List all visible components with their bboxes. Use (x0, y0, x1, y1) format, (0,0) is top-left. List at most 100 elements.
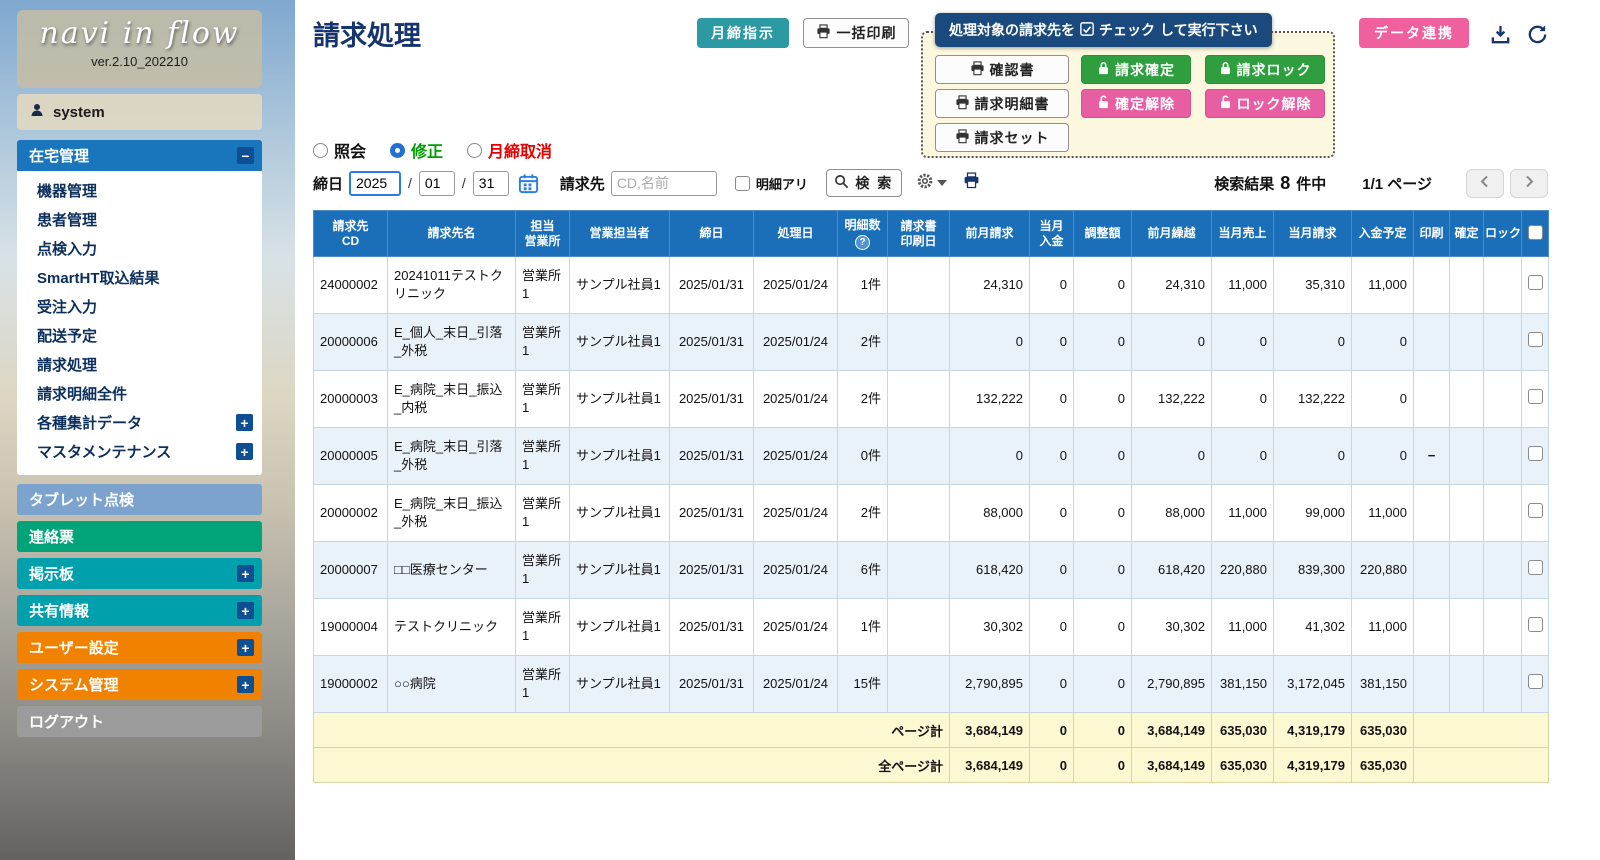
sidebar-item[interactable]: 配送予定 (17, 321, 262, 350)
cell-print (1414, 485, 1450, 542)
sidebar-section[interactable]: 共有情報+ (17, 595, 262, 626)
cell-office: 営業所1 (516, 656, 570, 713)
column-header[interactable]: 確定 (1450, 211, 1484, 257)
closing-year-input[interactable] (349, 171, 401, 196)
expand-icon[interactable]: + (237, 639, 254, 656)
cell-cd: 20000002 (314, 485, 388, 542)
column-header[interactable]: 調整額 (1074, 211, 1132, 257)
sidebar-section[interactable]: 連絡票 (17, 521, 262, 552)
cell-deposit: 0 (1030, 371, 1074, 428)
row-checkbox[interactable] (1528, 503, 1543, 518)
row-checkbox[interactable] (1528, 332, 1543, 347)
sidebar-section[interactable]: 掲示板+ (17, 558, 262, 589)
sidebar-section[interactable]: ユーザー設定+ (17, 632, 262, 663)
confirmation-doc-button[interactable]: 確認書 (935, 55, 1069, 84)
row-checkbox[interactable] (1528, 275, 1543, 290)
refresh-button[interactable] (1523, 20, 1551, 48)
radio-icon[interactable] (313, 143, 328, 158)
cell-rep: サンプル社員1 (570, 314, 670, 371)
radio-icon[interactable] (467, 143, 482, 158)
select-all-header[interactable] (1522, 211, 1549, 257)
sidebar-item[interactable]: 請求処理 (17, 350, 262, 379)
column-header[interactable]: ロック (1484, 211, 1522, 257)
print-list-button[interactable] (963, 172, 980, 194)
cell-rep: サンプル社員1 (570, 599, 670, 656)
detail-filter-checkbox[interactable] (735, 176, 750, 191)
invoice-detail-print-button[interactable]: 請求明細書 (935, 89, 1069, 118)
column-header[interactable]: 印刷 (1414, 211, 1450, 257)
cell-name: 20241011テストクリニック (388, 257, 516, 314)
sidebar-item[interactable]: 患者管理 (17, 205, 262, 234)
row-checkbox[interactable] (1528, 617, 1543, 632)
closing-month-input[interactable] (419, 171, 455, 196)
data-link-button[interactable]: データ連携 (1359, 18, 1469, 48)
sidebar-item[interactable]: SmartHT取込結果 (17, 263, 262, 292)
collapse-icon[interactable]: − (237, 147, 254, 164)
sidebar-section[interactable]: システム管理+ (17, 669, 262, 700)
invoice-lock-button[interactable]: 請求ロック (1205, 55, 1325, 84)
invoice-confirm-button[interactable]: 請求確定 (1081, 55, 1191, 84)
user-icon (29, 102, 45, 122)
calendar-icon[interactable] (517, 172, 540, 195)
sidebar-item[interactable]: 請求明細全件 (17, 379, 262, 408)
row-checkbox[interactable] (1528, 389, 1543, 404)
column-header[interactable]: 営業担当者 (570, 211, 670, 257)
cell-cd: 20000005 (314, 428, 388, 485)
closing-day-input[interactable] (473, 171, 509, 196)
column-header[interactable]: 前月繰越 (1132, 211, 1212, 257)
total-adjustment: 0 (1074, 748, 1132, 783)
lock-release-button[interactable]: ロック解除 (1205, 89, 1325, 118)
cell-office: 営業所1 (516, 314, 570, 371)
radio-icon[interactable] (390, 143, 405, 158)
download-button[interactable] (1486, 20, 1514, 48)
sidebar-section[interactable]: タブレット点検 (17, 484, 262, 515)
sidebar-sections: タブレット点検連絡票掲示板+ 共有情報+ ユーザー設定+ システム管理+ ログアウト (17, 484, 262, 737)
mode-option[interactable]: 修正 (390, 138, 443, 162)
column-header[interactable]: 入金予定 (1352, 211, 1414, 257)
closing-date-label: 締日 (313, 173, 343, 194)
total-label: 全ページ計 (314, 748, 950, 783)
column-header[interactable]: 当月売上 (1212, 211, 1274, 257)
sidebar-item[interactable]: 各種集計データ+ (17, 408, 262, 437)
column-header[interactable]: 請求書 印刷日 (888, 211, 950, 257)
expand-icon[interactable]: + (236, 443, 253, 460)
confirm-release-button[interactable]: 確定解除 (1081, 89, 1191, 118)
expand-icon[interactable]: + (237, 602, 254, 619)
invoice-set-button[interactable]: 請求セット (935, 123, 1069, 152)
customer-search-input[interactable] (611, 171, 717, 196)
row-checkbox[interactable] (1528, 560, 1543, 575)
column-header[interactable]: 請求先名 (388, 211, 516, 257)
expand-icon[interactable]: + (236, 414, 253, 431)
cell-deposit_due: 11,000 (1352, 257, 1414, 314)
column-header[interactable]: 当月請求 (1274, 211, 1352, 257)
help-icon[interactable]: ? (855, 235, 870, 250)
expand-icon[interactable]: + (237, 565, 254, 582)
prev-page-button[interactable] (1466, 169, 1504, 198)
monthly-close-button[interactable]: 月締指示 (697, 18, 789, 48)
sidebar-item[interactable]: マスタメンテナンス+ (17, 437, 262, 466)
sidebar-item[interactable]: 機器管理 (17, 176, 262, 205)
sidebar-section[interactable]: ログアウト (17, 706, 262, 737)
batch-print-button[interactable]: 一括印刷 (803, 18, 909, 48)
mode-option[interactable]: 月締取消 (467, 138, 552, 162)
cell-confirmed (1450, 371, 1484, 428)
column-header[interactable]: 処理日 (754, 211, 838, 257)
sidebar-section-home-care[interactable]: 在宅管理 − (17, 140, 262, 171)
expand-icon[interactable]: + (237, 676, 254, 693)
search-button[interactable]: 検 索 (826, 169, 902, 197)
column-header[interactable]: 請求先 CD (314, 211, 388, 257)
column-header[interactable]: 明細数? (838, 211, 888, 257)
row-checkbox[interactable] (1528, 674, 1543, 689)
settings-menu-button[interactable] (916, 172, 947, 195)
row-checkbox[interactable] (1528, 446, 1543, 461)
sidebar-item[interactable]: 受注入力 (17, 292, 262, 321)
next-page-button[interactable] (1510, 169, 1548, 198)
column-header[interactable]: 締日 (670, 211, 754, 257)
sidebar-item[interactable]: 点検入力 (17, 234, 262, 263)
column-header[interactable]: 担当 営業所 (516, 211, 570, 257)
column-header[interactable]: 前月請求 (950, 211, 1030, 257)
cell-processed: 2025/01/24 (754, 371, 838, 428)
column-header[interactable]: 当月 入金 (1030, 211, 1074, 257)
mode-option[interactable]: 照会 (313, 138, 366, 162)
select-all-checkbox[interactable] (1528, 225, 1543, 240)
